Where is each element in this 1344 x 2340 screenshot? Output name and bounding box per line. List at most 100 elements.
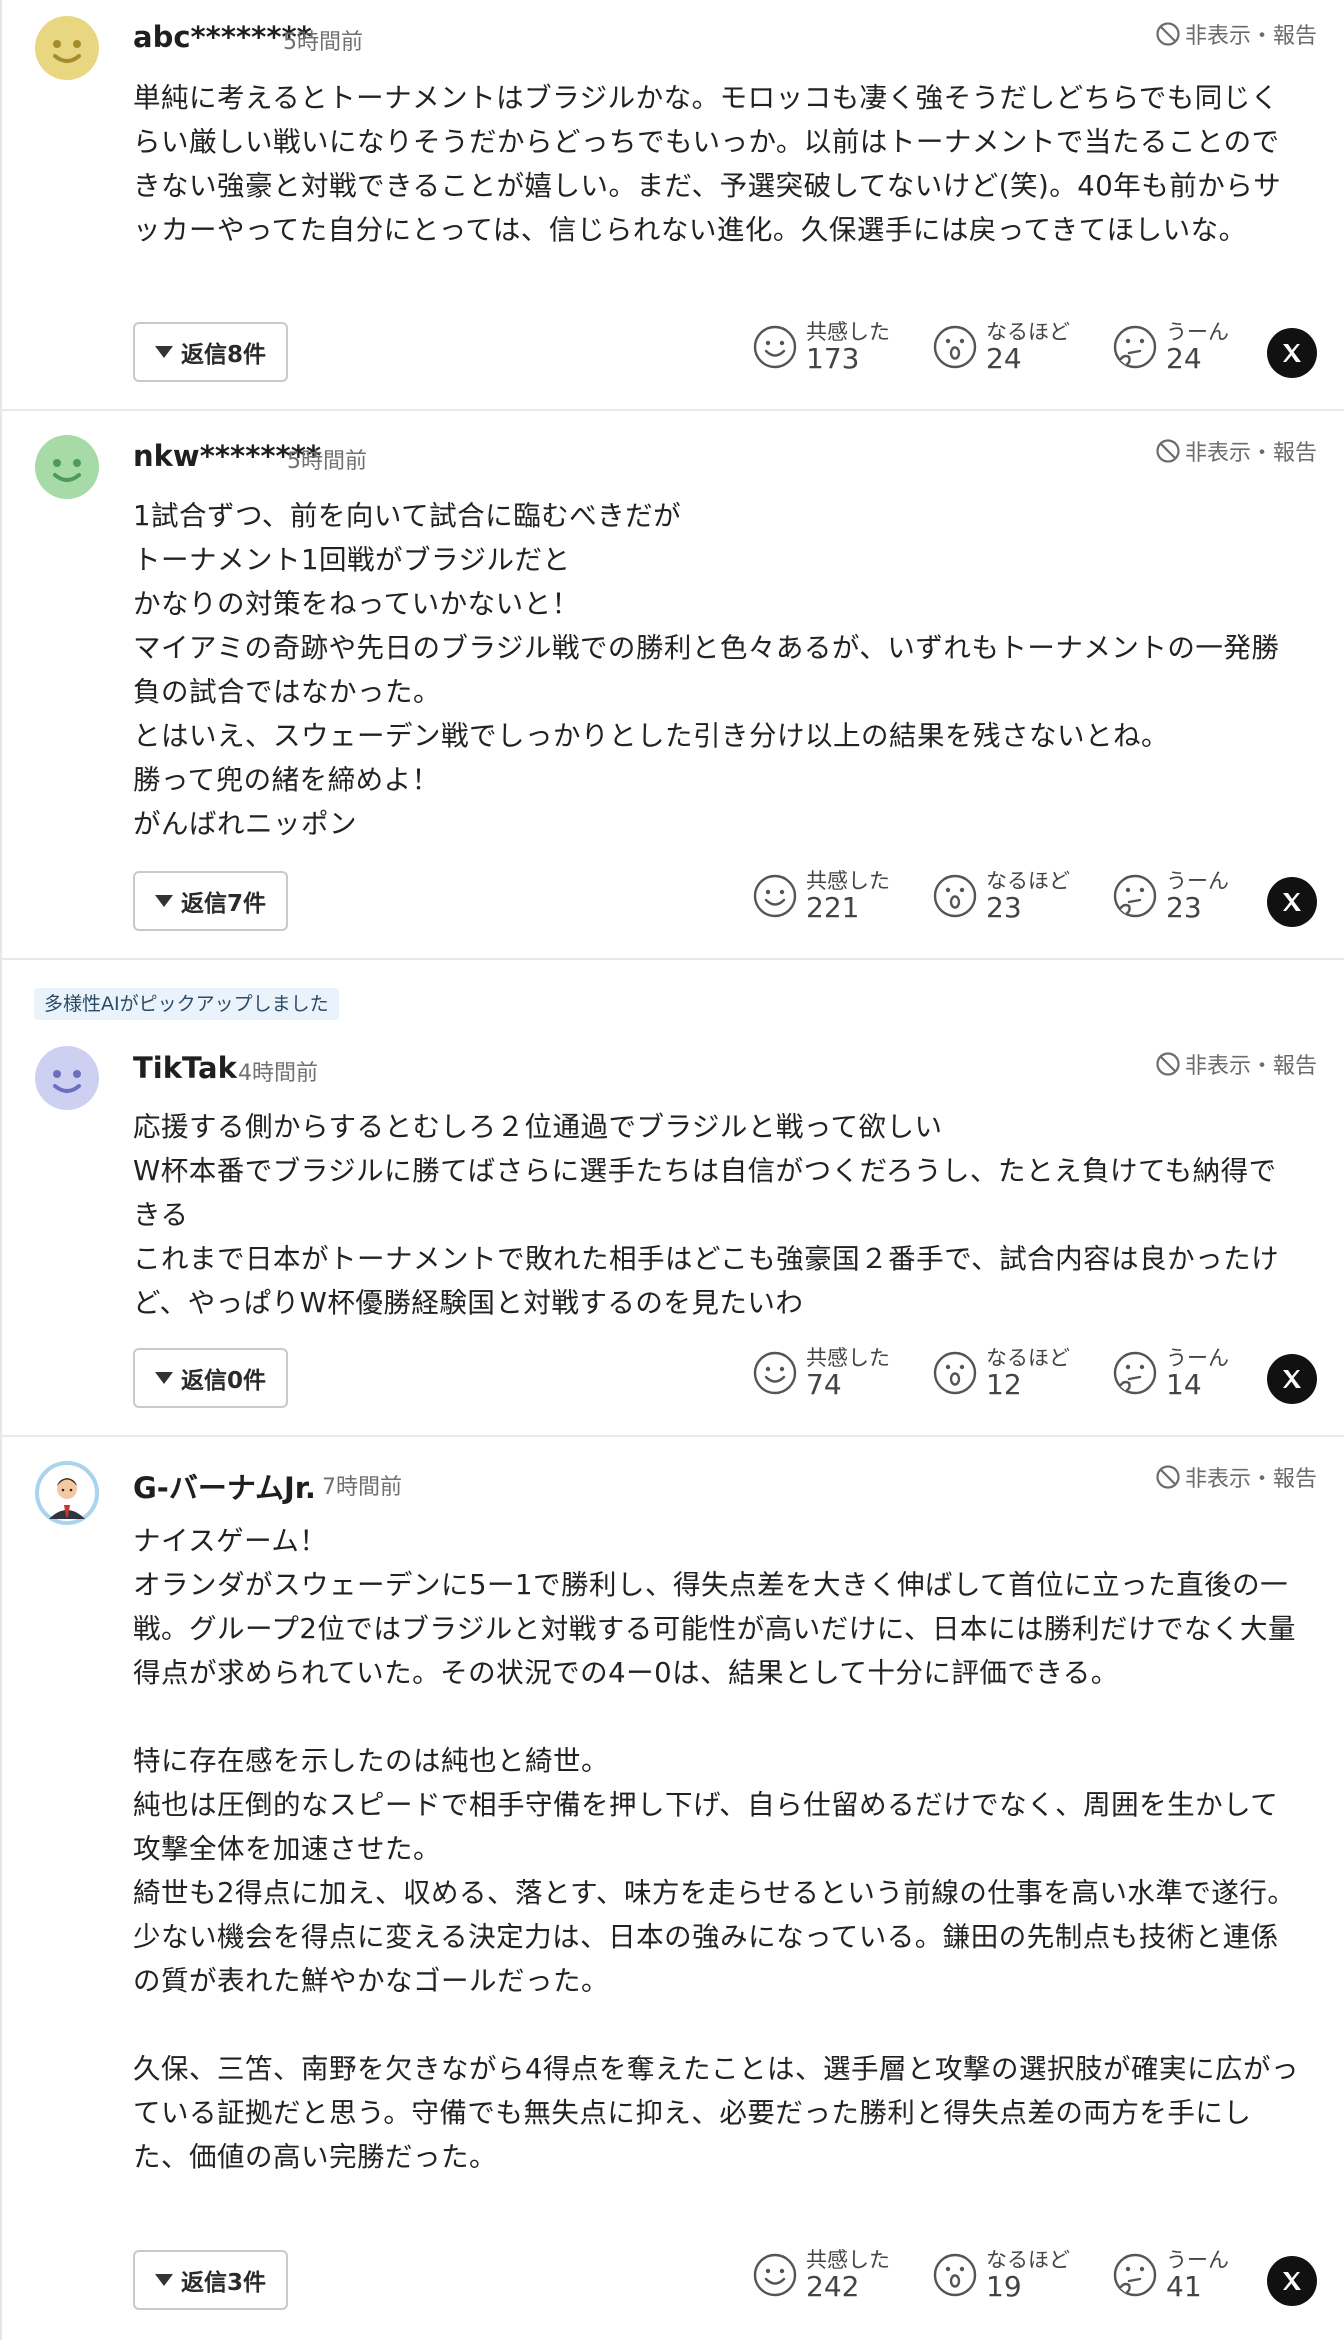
naruhodo-reaction-button[interactable]: なるほど 23 [932,869,1070,923]
ban-icon [1156,439,1180,463]
naruhodo-label: なるほど [986,320,1070,344]
timestamp: 5時間前 [283,30,363,55]
thinking-face-icon [1113,2253,1157,2297]
comment-item: G-バーナムJr. 7時間前 非表示・報告 ナイスゲーム！ オランダがスウェーデ… [2,1437,1344,2340]
comment-paragraph: 勝って兜の緒を締めよ！ [133,764,440,796]
comment-paragraph: これまで日本がトーナメントで敗れた相手はどこも強豪国２番手で、試合内容は良かった… [133,1243,1280,1319]
comment-paragraph [133,2003,1300,2047]
empathy-reaction-button[interactable]: 共感した 242 [752,2248,890,2302]
x-logo-icon [1283,1370,1301,1388]
smile-face-icon [753,325,797,369]
naruhodo-count: 19 [986,2270,1022,2303]
naruhodo-label: なるほど [986,869,1070,893]
comment-paragraph: とはいえ、スウェーデン戦でしっかりとした引き分け以上の結果を残さないとね。 [133,720,1169,752]
naruhodo-label: なるほど [986,2248,1070,2272]
comment-paragraph: かなりの対策をねっていかないと！ [133,588,580,620]
empathy-label: 共感した [806,2248,890,2272]
uun-label: うーん [1166,869,1229,893]
comment-body: 1試合ずつ、前を向いて試合に臨むべきだが トーナメント1回戦がブラジルだと かな… [133,494,1300,846]
timestamp: 7時間前 [322,1475,402,1500]
empathy-reaction-button[interactable]: 共感した 221 [752,869,890,923]
thinking-face-icon [1113,1351,1157,1395]
hide-report-link[interactable]: 非表示・報告 [1155,18,1317,50]
empathy-reaction-button[interactable]: 共感した 173 [752,320,890,374]
ban-icon [1156,1052,1180,1076]
ban-icon [1156,22,1180,46]
smile-face-icon [753,1351,797,1395]
comment-paragraph: 応援する側からするとむしろ２位通過でブラジルと戦って欲しい [133,1111,943,1143]
hide-report-link[interactable]: 非表示・報告 [1155,435,1317,467]
uun-count: 41 [1166,2270,1202,2303]
comment-paragraph: ナイスゲーム！ [133,1525,328,1557]
comment-paragraph: 綺世も2得点に加え、収める、落とす、味方を走らせるという前線の仕事を高い水準で遂… [133,1877,1296,1997]
empathy-label: 共感した [806,869,890,893]
smiley-green-avatar[interactable] [35,435,99,499]
reply-button[interactable]: 返信0件 [133,1348,288,1408]
ban-icon [1156,1465,1180,1489]
surprised-face-icon [933,1351,977,1395]
triangle-down-icon [154,895,173,907]
comment-paragraph: オランダがスウェーデンに5ー1で勝利し、得失点差を大きく伸ばして首位に立った直後… [133,1569,1296,1689]
naruhodo-reaction-button[interactable]: なるほど 12 [932,1346,1070,1400]
comment-body: 応援する側からするとむしろ２位通過でブラジルと戦って欲しい W杯本番でブラジルに… [133,1105,1300,1325]
naruhodo-count: 23 [986,891,1022,924]
reply-label: 返信 [180,342,227,368]
surprised-face-icon [933,874,977,918]
hide-report-label: 非表示・報告 [1184,1467,1317,1492]
username[interactable]: G-バーナムJr. [133,1465,316,1507]
comment-body: ナイスゲーム！ オランダがスウェーデンに5ー1で勝利し、得失点差を大きく伸ばして… [133,1519,1300,2179]
surprised-face-icon [933,325,977,369]
naruhodo-label: なるほど [986,1346,1070,1370]
triangle-down-icon [154,346,173,358]
comment-item: 多様性AIがピックアップしました TikTak 4時間前 非表示・報告 応援する… [2,960,1344,1437]
thinking-face-icon [1113,874,1157,918]
uun-reaction-button[interactable]: うーん 14 [1112,1346,1229,1400]
reply-count: 0件 [226,1368,266,1394]
comment-paragraph: 1試合ずつ、前を向いて試合に臨むべきだが [133,500,682,532]
reply-count: 3件 [226,2270,266,2296]
reply-button[interactable]: 返信8件 [133,322,288,382]
hide-report-label: 非表示・報告 [1184,1054,1317,1079]
reply-label: 返信 [180,2270,227,2296]
comment-paragraph: 単純に考えるとトーナメントはブラジルかな。モロッコも凄く強そうだしどちらでも同じ… [133,82,1282,246]
surprised-face-icon [933,2253,977,2297]
comment-paragraph: 純也は圧倒的なスピードで相手守備を押し下げ、自ら仕留めるだけでなく、周囲を生かし… [133,1789,1279,1865]
uun-reaction-button[interactable]: うーん 41 [1112,2248,1229,2302]
uun-count: 23 [1166,891,1202,924]
x-share-button[interactable] [1267,877,1317,927]
username[interactable]: TikTak [133,1051,237,1085]
reply-count: 8件 [226,342,266,368]
comment-paragraph: 久保、三笘、南野を欠きながら4得点を奪えたことは、選手層と攻撃の選択肢が確実に広… [133,2053,1299,2173]
empathy-reaction-button[interactable]: 共感した 74 [752,1346,890,1400]
reply-button[interactable]: 返信7件 [133,871,288,931]
empathy-count: 242 [806,2270,860,2303]
empathy-label: 共感した [806,320,890,344]
empathy-count: 173 [806,342,860,375]
reply-count: 7件 [226,891,266,917]
naruhodo-reaction-button[interactable]: なるほど 24 [932,320,1070,374]
comment-paragraph [133,1695,1300,1739]
comment-body: 単純に考えるとトーナメントはブラジルかな。モロッコも凄く強そうだしどちらでも同じ… [133,76,1300,252]
naruhodo-count: 24 [986,342,1022,375]
comment-list: abc******** 5時間前 非表示・報告 単純に考えるとトーナメントはブラ… [0,0,1344,2340]
ai-pick-badge: 多様性AIがピックアップしました [34,988,339,1020]
hide-report-link[interactable]: 非表示・報告 [1155,1461,1317,1493]
uun-label: うーん [1166,1346,1229,1370]
uun-reaction-button[interactable]: うーん 24 [1112,320,1229,374]
smiley-yellow-avatar[interactable] [35,16,99,80]
triangle-down-icon [154,1372,173,1384]
uun-count: 14 [1166,1368,1202,1401]
x-share-button[interactable] [1267,1354,1317,1404]
smiley-lavender-avatar[interactable] [35,1046,99,1110]
naruhodo-reaction-button[interactable]: なるほど 19 [932,2248,1070,2302]
reply-button[interactable]: 返信3件 [133,2250,288,2310]
uun-count: 24 [1166,342,1202,375]
uun-reaction-button[interactable]: うーん 23 [1112,869,1229,923]
comment-paragraph: W杯本番でブラジルに勝てばさらに選手たちは自信がつくだろうし、たとえ負けても納得… [133,1155,1277,1231]
x-share-button[interactable] [1267,2256,1317,2306]
reply-label: 返信 [180,891,227,917]
businessman-avatar[interactable] [35,1461,99,1525]
empathy-count: 74 [806,1368,842,1401]
hide-report-link[interactable]: 非表示・報告 [1155,1048,1317,1080]
x-share-button[interactable] [1267,328,1317,378]
